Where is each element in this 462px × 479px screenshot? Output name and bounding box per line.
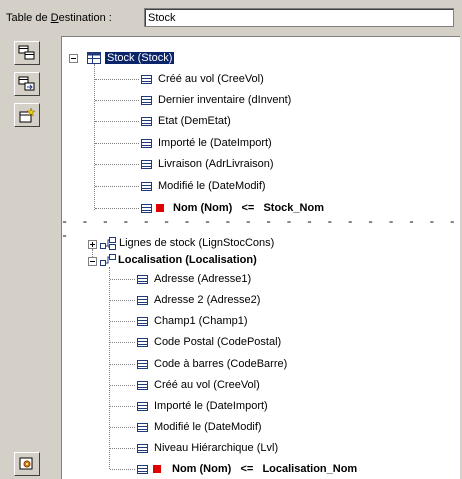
tree-key-item[interactable]: Nom (Nom) <= Localisation_Nom [172, 461, 357, 477]
tree-connector [109, 267, 110, 469]
tree-connector [95, 208, 139, 209]
field-icon [137, 275, 148, 284]
tree-connector [110, 427, 135, 428]
settings-icon [19, 457, 33, 470]
tree-field-item[interactable]: Livraison (AdrLivraison) [158, 156, 274, 172]
tree-connector [110, 469, 135, 470]
field-icon [137, 296, 148, 305]
tree-root-node[interactable]: Stock (Stock) [105, 50, 175, 66]
tree-field-item[interactable]: Code Postal (CodePostal) [154, 334, 281, 350]
tree-connector [95, 143, 139, 144]
key-marker-icon [153, 465, 161, 473]
field-icon [141, 75, 152, 84]
tree-connector [95, 186, 139, 187]
tree-field-item[interactable]: Adresse 2 (Adresse2) [154, 292, 260, 308]
field-icon [141, 139, 152, 148]
field-icon [141, 204, 152, 213]
field-icon [137, 402, 148, 411]
field-icon [137, 444, 148, 453]
tree-connector [110, 448, 135, 449]
tree-connector [110, 279, 135, 280]
new-item-icon [19, 107, 36, 123]
tree-connector [94, 64, 95, 210]
field-icon [137, 423, 148, 432]
field-icon [141, 117, 152, 126]
field-icon [141, 182, 152, 191]
field-icon [137, 317, 148, 326]
destination-bar: Table de Destination : [0, 0, 462, 34]
field-icon [141, 160, 152, 169]
new-item-button[interactable] [14, 103, 40, 127]
tree-key-item[interactable]: Nom (Nom) <= Stock_Nom [173, 200, 324, 216]
destination-label: Table de Destination : [6, 12, 112, 24]
field-icon [137, 465, 148, 474]
destination-table-input[interactable] [144, 8, 454, 27]
tree-connector [95, 100, 139, 101]
tree-field-item[interactable]: Champ1 (Champ1) [154, 313, 248, 329]
tree-field-item[interactable]: Dernier inventaire (dInvent) [158, 92, 291, 108]
tree-field-item[interactable]: Niveau Hiérarchique (Lvl) [154, 440, 278, 456]
tree-connector [110, 342, 135, 343]
field-icon [137, 360, 148, 369]
tree-field-item[interactable]: Modifié le (DateModif) [158, 178, 266, 194]
collapse-link-toggle[interactable] [88, 257, 97, 266]
tree-connector [110, 321, 135, 322]
tree-connector [95, 121, 139, 122]
tree-connector [95, 79, 139, 80]
settings-button[interactable] [14, 452, 40, 476]
table-icon [87, 52, 101, 64]
tree-connector [110, 364, 135, 365]
link-icon [100, 237, 116, 250]
tree-connector [110, 300, 135, 301]
tree-connector [110, 385, 135, 386]
tree-link-node[interactable]: Lignes de stock (LignStocCons) [119, 235, 274, 251]
tree-field-item[interactable]: Modifié le (DateModif) [154, 419, 262, 435]
tables-button[interactable] [14, 41, 40, 65]
key-marker-icon [156, 204, 164, 212]
tree-field-item[interactable]: Créé au vol (CreeVol) [158, 71, 264, 87]
collapse-root-toggle[interactable] [69, 54, 78, 63]
tree-link-node-expanded[interactable]: Localisation (Localisation) [118, 252, 257, 268]
expand-link-toggle[interactable] [88, 240, 97, 249]
tree-field-item[interactable]: Adresse (Adresse1) [154, 271, 251, 287]
tree-connector [110, 406, 135, 407]
tree-connector [95, 164, 139, 165]
tree-field-item[interactable]: Etat (DemEtat) [158, 113, 231, 129]
copy-table-button[interactable] [14, 72, 40, 96]
field-icon [137, 338, 148, 347]
tree-field-item[interactable]: Créé au vol (CreeVol) [154, 377, 260, 393]
left-toolbar [0, 34, 55, 479]
tree-field-item[interactable]: Importé le (DateImport) [154, 398, 268, 414]
field-icon [137, 381, 148, 390]
tables-icon [18, 45, 35, 60]
tree-connector [92, 249, 93, 257]
structure-tree[interactable]: Stock (Stock) Créé au vol (CreeVol) Dern… [61, 36, 460, 479]
field-icon [141, 96, 152, 105]
link-icon [100, 254, 116, 266]
copy-table-icon [18, 76, 35, 91]
tree-field-item[interactable]: Importé le (DateImport) [158, 135, 272, 151]
tree-field-item[interactable]: Code à barres (CodeBarre) [154, 356, 287, 372]
